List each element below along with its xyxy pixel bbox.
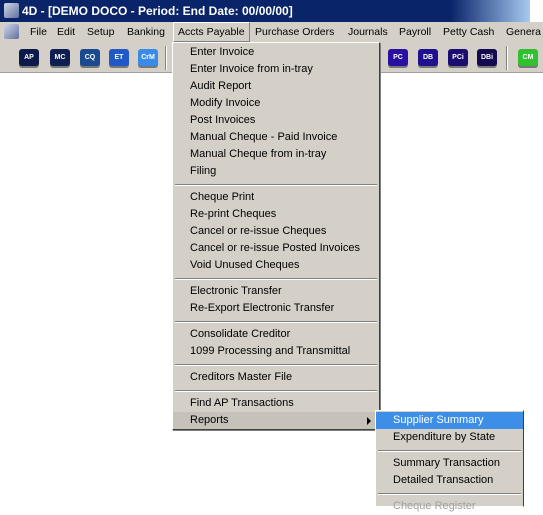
menu-separator	[376, 446, 523, 455]
menu-petty-cash[interactable]: Petty Cash	[443, 22, 494, 42]
toolbar-button-mc[interactable]: MC	[50, 49, 70, 66]
menu-item-enter-invoice-from-in-tray[interactable]: Enter Invoice from in-tray	[173, 61, 379, 78]
menu-item-label: Cheque Register	[393, 500, 476, 512]
menu-item-label: Re-print Cheques	[190, 208, 277, 220]
menu-item-manual-cheque-from-in-tray[interactable]: Manual Cheque from in-tray	[173, 146, 379, 163]
menu-item-label: Cancel or re-issue Posted Invoices	[190, 242, 360, 254]
menu-item-label: Filing	[190, 165, 217, 177]
menu-item-label: Manual Cheque - Paid Invoice	[190, 131, 338, 143]
toolbar-button-pc[interactable]: PC	[388, 49, 408, 66]
menu-item-label: Detailed Transaction	[393, 474, 494, 486]
menu-item-cheque-print[interactable]: Cheque Print	[173, 189, 379, 206]
menu-item-label: Expenditure by State	[393, 431, 496, 443]
menu-item-label: Re-Export Electronic Transfer	[190, 302, 335, 314]
menu-item-creditors-master-file[interactable]: Creditors Master File	[173, 369, 379, 386]
menu-separator	[173, 274, 379, 283]
toolbar-separator	[506, 46, 508, 70]
menu-item-summary-transaction[interactable]: Summary Transaction	[376, 455, 523, 472]
menu-purchase-orders[interactable]: Purchase Orders	[255, 22, 334, 42]
menu-item-1099-processing-and-transmittal[interactable]: 1099 Processing and Transmittal	[173, 343, 379, 360]
menu-item-cancel-or-re-issue-cheques[interactable]: Cancel or re-issue Cheques	[173, 223, 379, 240]
menu-item-re-print-cheques[interactable]: Re-print Cheques	[173, 206, 379, 223]
menu-separator	[173, 180, 379, 189]
toolbar-button-cq[interactable]: CQ	[80, 49, 100, 66]
menu-separator	[173, 360, 379, 369]
menu-separator	[376, 489, 523, 498]
menu-item-label: Summary Transaction	[393, 457, 500, 469]
toolbar-button-db[interactable]: DB	[418, 49, 438, 66]
toolbar-separator	[165, 46, 167, 70]
menu-item-label: Enter Invoice from in-tray	[190, 63, 313, 75]
menu-item-label: Manual Cheque from in-tray	[190, 148, 327, 160]
menu-item-label: Enter Invoice	[190, 46, 255, 58]
submenu-arrow-icon	[367, 417, 371, 425]
menu-item-label: Cheque Print	[190, 191, 255, 203]
reports-submenu: Supplier Summary Expenditure by State Summ…	[375, 410, 524, 512]
menu-item-void-unused-cheques[interactable]: Void Unused Cheques	[173, 257, 379, 274]
toolbar-button-et[interactable]: ET	[109, 49, 129, 66]
menu-separator	[173, 386, 379, 395]
menu-file[interactable]: File	[30, 22, 47, 42]
toolbar-button-ap[interactable]: AP	[19, 49, 39, 66]
menu-bar: File Edit Setup Banking Accts Payable Purchas…	[0, 22, 543, 42]
window-title: 4D - [DEMO DOCO - Period: End Date: 00/0…	[22, 4, 293, 18]
menu-item-detailed-transaction[interactable]: Detailed Transaction	[376, 472, 523, 489]
menu-item-cancel-or-re-issue-posted-invoices[interactable]: Cancel or re-issue Posted Invoices	[173, 240, 379, 257]
menu-item-label: Post Invoices	[190, 114, 256, 126]
menu-item-re-export-electronic-transfer[interactable]: Re-Export Electronic Transfer	[173, 300, 379, 317]
menu-item-label: Consolidate Creditor	[190, 328, 291, 340]
menu-item-label: Void Unused Cheques	[190, 259, 300, 271]
menu-accts-payable[interactable]: Accts Payable	[173, 22, 250, 42]
menu-item-audit-report[interactable]: Audit Report	[173, 78, 379, 95]
menu-separator	[173, 317, 379, 326]
menu-item-label: Audit Report	[190, 80, 252, 92]
menu-item-manual-cheque-paid-invoice[interactable]: Manual Cheque - Paid Invoice	[173, 129, 379, 146]
menu-item-expenditure-by-state[interactable]: Expenditure by State	[376, 429, 523, 446]
menu-journals[interactable]: Journals	[348, 22, 388, 42]
toolbar-button-cm[interactable]: CM	[518, 49, 538, 66]
menu-edit[interactable]: Edit	[57, 22, 75, 42]
title-bar: 4D - [DEMO DOCO - Period: End Date: 00/0…	[0, 0, 530, 22]
menu-item-label: Modify Invoice	[190, 97, 261, 109]
menu-item-label: Creditors Master File	[190, 371, 293, 383]
toolbar-button-crm[interactable]: CrM	[138, 49, 158, 66]
menu-item-find-ap-transactions[interactable]: Find AP Transactions	[173, 395, 379, 412]
menu-setup[interactable]: Setup	[87, 22, 114, 42]
app-icon	[4, 3, 19, 18]
menu-item-modify-invoice[interactable]: Modify Invoice	[173, 95, 379, 112]
menu-item-label: Find AP Transactions	[190, 397, 294, 409]
menu-payroll[interactable]: Payroll	[399, 22, 431, 42]
menu-item-consolidate-creditor[interactable]: Consolidate Creditor	[173, 326, 379, 343]
menu-item-label: 1099 Processing and Transmittal	[190, 345, 351, 357]
accts-payable-menu: Enter Invoice Enter Invoice from in-tray A…	[172, 42, 380, 430]
menu-item-post-invoices[interactable]: Post Invoices	[173, 112, 379, 129]
toolbar-button-pci[interactable]: PCi	[448, 49, 468, 66]
menu-item-label: Reports	[190, 414, 229, 426]
menu-item-reports[interactable]: Reports	[173, 412, 379, 429]
menu-item-filing[interactable]: Filing	[173, 163, 379, 180]
menu-item-electronic-transfer[interactable]: Electronic Transfer	[173, 283, 379, 300]
menu-item-supplier-summary[interactable]: Supplier Summary	[376, 412, 523, 429]
menu-item-enter-invoice[interactable]: Enter Invoice	[173, 44, 379, 61]
app-menu-icon[interactable]	[4, 24, 19, 39]
menu-item-label: Cancel or re-issue Cheques	[190, 225, 327, 237]
menu-item-label: Electronic Transfer	[190, 285, 282, 297]
menu-item-label: Supplier Summary	[393, 414, 484, 426]
menu-banking[interactable]: Banking	[127, 22, 165, 42]
toolbar-button-dbi[interactable]: DBi	[477, 49, 497, 66]
menu-genera[interactable]: Genera	[506, 22, 541, 42]
